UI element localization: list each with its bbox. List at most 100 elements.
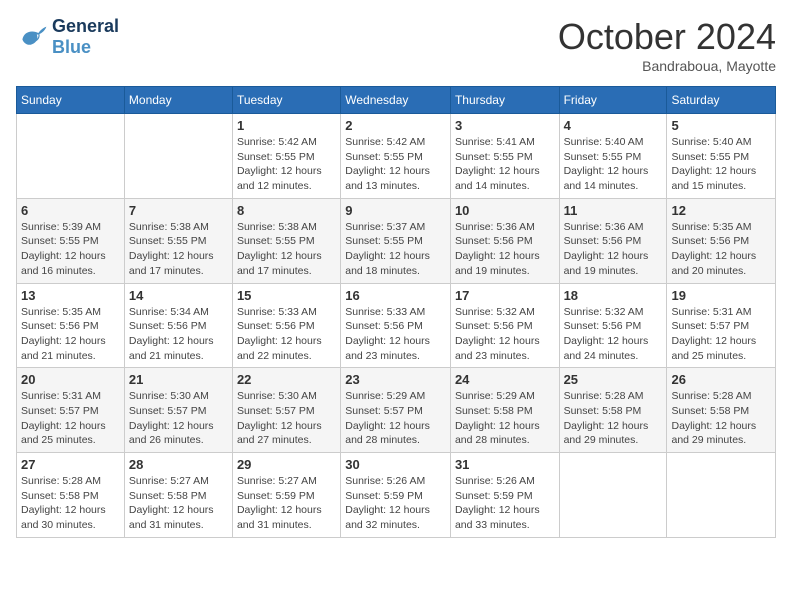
day-number: 20 (21, 372, 120, 387)
day-info: Sunrise: 5:38 AM Sunset: 5:55 PM Dayligh… (237, 220, 336, 279)
day-number: 26 (671, 372, 771, 387)
day-number: 11 (564, 203, 663, 218)
day-info: Sunrise: 5:35 AM Sunset: 5:56 PM Dayligh… (671, 220, 771, 279)
calendar-cell (17, 114, 125, 199)
day-number: 5 (671, 118, 771, 133)
calendar-cell: 12Sunrise: 5:35 AM Sunset: 5:56 PM Dayli… (667, 198, 776, 283)
day-info: Sunrise: 5:28 AM Sunset: 5:58 PM Dayligh… (671, 389, 771, 448)
day-info: Sunrise: 5:33 AM Sunset: 5:56 PM Dayligh… (237, 305, 336, 364)
calendar-cell: 9 Sunrise: 5:37 AM Sunset: 5:55 PM Daylig… (341, 198, 451, 283)
calendar-cell: 13 Sunrise: 5:35 AM Sunset: 5:56 PM Dayli… (17, 283, 125, 368)
calendar-cell: 28 Sunrise: 5:27 AM Sunset: 5:58 PM Dayli… (124, 453, 232, 538)
calendar-cell: 5 Sunrise: 5:40 AM Sunset: 5:55 PM Daylig… (667, 114, 776, 199)
day-info: Sunrise: 5:38 AM Sunset: 5:55 PM Dayligh… (129, 220, 228, 279)
day-number: 30 (345, 457, 446, 472)
logo-text: General Blue (52, 16, 119, 58)
day-info: Sunrise: 5:32 AM Sunset: 5:56 PM Dayligh… (564, 305, 663, 364)
calendar-cell: 10 Sunrise: 5:36 AM Sunset: 5:56 PM Dayli… (450, 198, 559, 283)
day-number: 16 (345, 288, 446, 303)
calendar-cell: 30 Sunrise: 5:26 AM Sunset: 5:59 PM Dayli… (341, 453, 451, 538)
calendar-cell (559, 453, 667, 538)
day-number: 10 (455, 203, 555, 218)
day-number: 8 (237, 203, 336, 218)
day-info: Sunrise: 5:33 AM Sunset: 5:56 PM Dayligh… (345, 305, 446, 364)
day-number: 6 (21, 203, 120, 218)
day-number: 19 (671, 288, 771, 303)
calendar-cell: 25 Sunrise: 5:28 AM Sunset: 5:58 PM Dayli… (559, 368, 667, 453)
day-number: 22 (237, 372, 336, 387)
calendar-cell: 18 Sunrise: 5:32 AM Sunset: 5:56 PM Dayli… (559, 283, 667, 368)
calendar-table: SundayMondayTuesdayWednesdayThursdayFrid… (16, 86, 776, 538)
calendar-cell: 23Sunrise: 5:29 AM Sunset: 5:57 PM Dayli… (341, 368, 451, 453)
calendar-cell: 1 Sunrise: 5:42 AM Sunset: 5:55 PM Daylig… (232, 114, 340, 199)
day-info: Sunrise: 5:26 AM Sunset: 5:59 PM Dayligh… (345, 474, 446, 533)
weekday-header: Thursday (450, 87, 559, 114)
day-info: Sunrise: 5:37 AM Sunset: 5:55 PM Dayligh… (345, 220, 446, 279)
calendar-cell: 3 Sunrise: 5:41 AM Sunset: 5:55 PM Daylig… (450, 114, 559, 199)
calendar-cell: 31 Sunrise: 5:26 AM Sunset: 5:59 PM Dayli… (450, 453, 559, 538)
day-info: Sunrise: 5:27 AM Sunset: 5:59 PM Dayligh… (237, 474, 336, 533)
calendar-cell: 14 Sunrise: 5:34 AM Sunset: 5:56 PM Dayli… (124, 283, 232, 368)
day-number: 7 (129, 203, 228, 218)
day-number: 3 (455, 118, 555, 133)
day-info: Sunrise: 5:40 AM Sunset: 5:55 PM Dayligh… (564, 135, 663, 194)
day-info: Sunrise: 5:30 AM Sunset: 5:57 PM Dayligh… (237, 389, 336, 448)
weekday-header: Saturday (667, 87, 776, 114)
calendar-week-row: 13 Sunrise: 5:35 AM Sunset: 5:56 PM Dayli… (17, 283, 776, 368)
day-info: Sunrise: 5:36 AM Sunset: 5:56 PM Dayligh… (564, 220, 663, 279)
calendar-week-row: 6Sunrise: 5:39 AM Sunset: 5:55 PM Daylig… (17, 198, 776, 283)
day-number: 25 (564, 372, 663, 387)
logo: General Blue (16, 16, 119, 58)
day-info: Sunrise: 5:31 AM Sunset: 5:57 PM Dayligh… (671, 305, 771, 364)
calendar-cell: 4Sunrise: 5:40 AM Sunset: 5:55 PM Daylig… (559, 114, 667, 199)
calendar-cell (124, 114, 232, 199)
calendar-cell: 29 Sunrise: 5:27 AM Sunset: 5:59 PM Dayli… (232, 453, 340, 538)
month-title: October 2024 (558, 16, 776, 58)
day-info: Sunrise: 5:42 AM Sunset: 5:55 PM Dayligh… (237, 135, 336, 194)
calendar-cell: 15Sunrise: 5:33 AM Sunset: 5:56 PM Dayli… (232, 283, 340, 368)
day-info: Sunrise: 5:40 AM Sunset: 5:55 PM Dayligh… (671, 135, 771, 194)
day-info: Sunrise: 5:34 AM Sunset: 5:56 PM Dayligh… (129, 305, 228, 364)
day-info: Sunrise: 5:32 AM Sunset: 5:56 PM Dayligh… (455, 305, 555, 364)
day-info: Sunrise: 5:35 AM Sunset: 5:56 PM Dayligh… (21, 305, 120, 364)
day-info: Sunrise: 5:28 AM Sunset: 5:58 PM Dayligh… (21, 474, 120, 533)
calendar-cell: 27 Sunrise: 5:28 AM Sunset: 5:58 PM Dayli… (17, 453, 125, 538)
calendar-cell: 2Sunrise: 5:42 AM Sunset: 5:55 PM Daylig… (341, 114, 451, 199)
day-number: 18 (564, 288, 663, 303)
day-number: 9 (345, 203, 446, 218)
day-info: Sunrise: 5:36 AM Sunset: 5:56 PM Dayligh… (455, 220, 555, 279)
title-area: October 2024 Bandraboua, Mayotte (558, 16, 776, 74)
day-number: 17 (455, 288, 555, 303)
day-info: Sunrise: 5:41 AM Sunset: 5:55 PM Dayligh… (455, 135, 555, 194)
calendar-cell: 26 Sunrise: 5:28 AM Sunset: 5:58 PM Dayli… (667, 368, 776, 453)
weekday-header: Tuesday (232, 87, 340, 114)
calendar-cell: 11 Sunrise: 5:36 AM Sunset: 5:56 PM Dayli… (559, 198, 667, 283)
calendar-cell (667, 453, 776, 538)
day-number: 21 (129, 372, 228, 387)
day-info: Sunrise: 5:28 AM Sunset: 5:58 PM Dayligh… (564, 389, 663, 448)
logo-icon (16, 23, 48, 51)
day-number: 31 (455, 457, 555, 472)
day-number: 28 (129, 457, 228, 472)
day-number: 27 (21, 457, 120, 472)
weekday-header: Friday (559, 87, 667, 114)
day-info: Sunrise: 5:30 AM Sunset: 5:57 PM Dayligh… (129, 389, 228, 448)
calendar-cell: 19 Sunrise: 5:31 AM Sunset: 5:57 PM Dayli… (667, 283, 776, 368)
day-info: Sunrise: 5:42 AM Sunset: 5:55 PM Dayligh… (345, 135, 446, 194)
calendar-cell: 24Sunrise: 5:29 AM Sunset: 5:58 PM Dayli… (450, 368, 559, 453)
calendar-cell: 6Sunrise: 5:39 AM Sunset: 5:55 PM Daylig… (17, 198, 125, 283)
day-number: 1 (237, 118, 336, 133)
day-number: 14 (129, 288, 228, 303)
day-number: 24 (455, 372, 555, 387)
day-info: Sunrise: 5:31 AM Sunset: 5:57 PM Dayligh… (21, 389, 120, 448)
calendar-cell: 22 Sunrise: 5:30 AM Sunset: 5:57 PM Dayli… (232, 368, 340, 453)
day-info: Sunrise: 5:26 AM Sunset: 5:59 PM Dayligh… (455, 474, 555, 533)
day-number: 13 (21, 288, 120, 303)
calendar-cell: 7 Sunrise: 5:38 AM Sunset: 5:55 PM Daylig… (124, 198, 232, 283)
calendar-week-row: 1 Sunrise: 5:42 AM Sunset: 5:55 PM Daylig… (17, 114, 776, 199)
day-number: 29 (237, 457, 336, 472)
day-info: Sunrise: 5:29 AM Sunset: 5:57 PM Dayligh… (345, 389, 446, 448)
page-header: General Blue October 2024 Bandraboua, Ma… (16, 16, 776, 74)
weekday-header: Monday (124, 87, 232, 114)
day-info: Sunrise: 5:27 AM Sunset: 5:58 PM Dayligh… (129, 474, 228, 533)
